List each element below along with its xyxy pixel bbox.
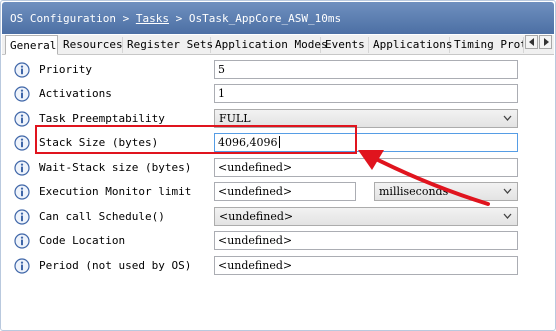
row-execution-monitor-limit: Execution Monitor limit <undefined> mill… bbox=[0, 181, 556, 203]
row-task-preemptability: Task Preemptability FULL bbox=[0, 108, 556, 130]
info-icon[interactable] bbox=[14, 184, 30, 200]
tab-scroll-left-button[interactable] bbox=[525, 35, 538, 49]
breadcrumb-current: OsTask_AppCore_ASW_10ms bbox=[188, 12, 342, 25]
breadcrumb: OS Configuration > Tasks > OsTask_AppCor… bbox=[10, 12, 341, 25]
chevron-left-icon bbox=[529, 38, 534, 46]
row-can-call-schedule: Can call Schedule() <undefined> bbox=[0, 206, 556, 228]
info-icon[interactable] bbox=[14, 111, 30, 127]
info-icon[interactable] bbox=[14, 135, 30, 151]
breadcrumb-link-tasks[interactable]: Tasks bbox=[136, 12, 169, 25]
tab-application-modes[interactable]: Application Modes bbox=[211, 37, 328, 53]
tab-register-sets[interactable]: Register Sets bbox=[123, 37, 213, 53]
tab-scroll-right-button[interactable] bbox=[539, 35, 552, 49]
info-icon[interactable] bbox=[14, 258, 30, 274]
breadcrumb-root: OS Configuration bbox=[10, 12, 116, 25]
info-icon[interactable] bbox=[14, 160, 30, 176]
tab-general[interactable]: General bbox=[5, 35, 58, 55]
tab-resources[interactable]: Resources bbox=[59, 37, 123, 53]
execution-monitor-unit-value: milliseconds bbox=[379, 185, 449, 198]
tab-strip: General Resources Register Sets Applicat… bbox=[2, 35, 554, 55]
period-label: Period (not used by OS) bbox=[39, 259, 192, 272]
stack-size-input[interactable]: 4096,4096 bbox=[214, 133, 518, 152]
row-activations: Activations 1 bbox=[0, 83, 556, 105]
priority-input[interactable]: 5 bbox=[214, 60, 518, 79]
can-call-schedule-value: <undefined> bbox=[219, 210, 294, 223]
task-preemptability-value: FULL bbox=[219, 112, 251, 125]
execution-monitor-limit-label: Execution Monitor limit bbox=[39, 185, 192, 198]
execution-monitor-limit-input[interactable]: <undefined> bbox=[214, 182, 356, 201]
stack-size-label: Stack Size (bytes) bbox=[39, 136, 159, 149]
wait-stack-size-label: Wait-Stack size (bytes) bbox=[39, 161, 192, 174]
code-location-label: Code Location bbox=[39, 234, 126, 247]
tab-timing-protection[interactable]: Timing Prot bbox=[450, 37, 524, 53]
priority-label: Priority bbox=[39, 63, 92, 76]
info-icon[interactable] bbox=[14, 86, 30, 102]
breadcrumb-bar: OS Configuration > Tasks > OsTask_AppCor… bbox=[2, 2, 554, 34]
tab-applications[interactable]: Applications bbox=[369, 37, 452, 53]
row-wait-stack-size: Wait-Stack size (bytes) <undefined> bbox=[0, 157, 556, 179]
can-call-schedule-select[interactable]: <undefined> bbox=[214, 207, 518, 226]
execution-monitor-unit-select[interactable]: milliseconds bbox=[374, 182, 518, 201]
info-icon[interactable] bbox=[14, 233, 30, 249]
task-preemptability-label: Task Preemptability bbox=[39, 112, 165, 125]
stack-size-value: 4096,4096 bbox=[218, 136, 278, 149]
chevron-down-icon bbox=[503, 115, 512, 121]
activations-label: Activations bbox=[39, 87, 112, 100]
row-code-location: Code Location <undefined> bbox=[0, 230, 556, 252]
period-input[interactable]: <undefined> bbox=[214, 256, 518, 275]
row-priority: Priority 5 bbox=[0, 59, 556, 81]
info-icon[interactable] bbox=[14, 209, 30, 225]
chevron-right-icon bbox=[544, 38, 549, 46]
row-period: Period (not used by OS) <undefined> bbox=[0, 255, 556, 277]
chevron-down-icon bbox=[503, 213, 512, 219]
can-call-schedule-label: Can call Schedule() bbox=[39, 210, 165, 223]
code-location-input[interactable]: <undefined> bbox=[214, 231, 518, 250]
breadcrumb-separator: > bbox=[168, 12, 189, 25]
breadcrumb-separator: > bbox=[115, 12, 136, 25]
info-icon[interactable] bbox=[14, 62, 30, 78]
chevron-down-icon bbox=[503, 188, 512, 194]
task-preemptability-select[interactable]: FULL bbox=[214, 109, 518, 128]
tab-events[interactable]: Events bbox=[321, 37, 369, 53]
wait-stack-size-input[interactable]: <undefined> bbox=[214, 158, 518, 177]
row-stack-size: Stack Size (bytes) 4096,4096 bbox=[0, 132, 556, 154]
activations-input[interactable]: 1 bbox=[214, 84, 518, 103]
text-cursor bbox=[278, 136, 280, 148]
